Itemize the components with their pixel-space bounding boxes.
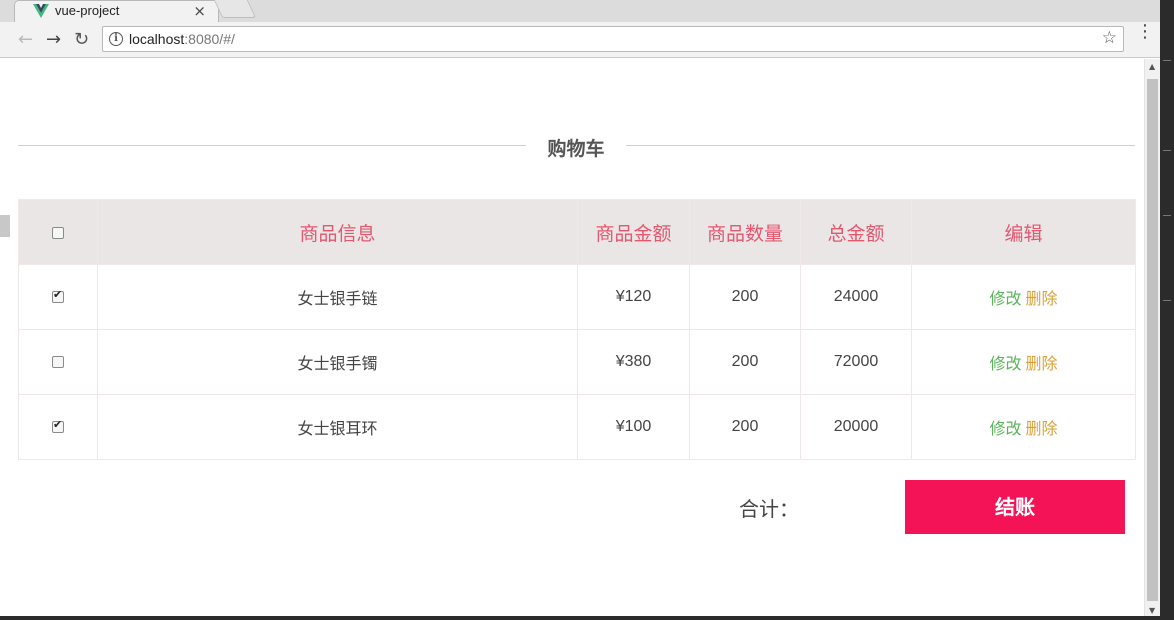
table-header-row: 商品信息 商品金额 商品数量 总金额 编辑 xyxy=(18,199,1136,265)
browser-window: vue-project × ← → ↻ i localhost:8080/#/ … xyxy=(0,0,1160,618)
row-actions: 修改 删除 xyxy=(911,329,1136,395)
delete-link[interactable]: 删除 xyxy=(1026,419,1058,438)
delete-link[interactable]: 删除 xyxy=(1026,354,1058,373)
table-row: 女士银耳环 ¥100 200 20000 修改删除 xyxy=(18,394,1136,460)
window-edge xyxy=(0,215,10,237)
table-row: 女士银手镯 ¥380 200 72000 修改 删除 xyxy=(18,329,1136,395)
row-select-cell xyxy=(18,264,98,330)
heading-divider-right xyxy=(626,145,1135,146)
scroll-up-icon[interactable]: ▲ xyxy=(1149,62,1155,71)
column-header: 编辑 xyxy=(911,199,1136,265)
edit-link[interactable]: 修改 xyxy=(989,354,1021,373)
table-row: 女士银手链 ¥120 200 24000 修改删除 xyxy=(18,264,1136,330)
tab-strip: vue-project × xyxy=(0,0,1160,22)
product-name: 女士银手链 xyxy=(97,264,578,330)
row-actions: 修改 删除 xyxy=(911,264,1136,330)
url-path: :8080/#/ xyxy=(184,31,235,47)
product-name: 女士银手镯 xyxy=(97,329,578,395)
heading-divider-left xyxy=(18,145,526,146)
bookmark-star-icon[interactable]: ☆ xyxy=(1102,28,1117,48)
product-quantity: 200 xyxy=(689,264,801,330)
tab-title: vue-project xyxy=(55,3,120,18)
row-select-cell xyxy=(18,329,98,395)
vertical-scrollbar[interactable]: ▲ ▼ xyxy=(1144,59,1160,618)
background-bottom-strip xyxy=(0,616,1174,620)
delete-link[interactable]: 删除 xyxy=(1026,289,1058,308)
url-text[interactable]: localhost:8080/#/ xyxy=(129,31,235,47)
browser-toolbar: ← → ↻ i localhost:8080/#/ ☆ ⋮ xyxy=(0,22,1160,58)
page-content: 购物车 商品信息 商品金额 商品数量 总金额 编辑 女士银 xyxy=(10,59,1144,616)
scrollbar-thumb[interactable] xyxy=(1147,79,1158,601)
column-header: 商品信息 xyxy=(97,199,578,265)
browser-menu-icon[interactable]: ⋮ xyxy=(1136,23,1154,41)
select-all-checkbox[interactable] xyxy=(52,226,64,239)
address-bar[interactable]: i localhost:8080/#/ ☆ xyxy=(102,26,1124,52)
column-header: 商品数量 xyxy=(689,199,801,265)
total-label: 合计： xyxy=(739,497,799,521)
product-name: 女士银耳环 xyxy=(97,394,578,460)
row-select-cell xyxy=(18,394,98,460)
product-total: 20000 xyxy=(800,394,912,460)
tab-close-icon[interactable]: × xyxy=(193,2,206,20)
page-title: 购物车 xyxy=(547,138,605,160)
url-host: localhost xyxy=(129,31,185,47)
cart-table: 商品信息 商品金额 商品数量 总金额 编辑 女士银手链 ¥120 200 240… xyxy=(18,199,1136,460)
page-heading: 购物车 xyxy=(18,134,1135,160)
info-icon[interactable]: i xyxy=(109,32,123,46)
new-tab-button[interactable] xyxy=(213,0,257,18)
column-header: 总金额 xyxy=(800,199,912,265)
product-total: 72000 xyxy=(800,329,912,395)
edit-link[interactable]: 修改 xyxy=(989,289,1021,308)
back-arrow-icon[interactable]: ← xyxy=(18,29,33,50)
background-editor-strip xyxy=(1160,0,1174,620)
column-header: 商品金额 xyxy=(577,199,690,265)
product-quantity: 200 xyxy=(689,394,801,460)
row-checkbox[interactable] xyxy=(52,288,64,303)
row-checkbox[interactable] xyxy=(52,355,64,368)
product-price: ¥380 xyxy=(577,329,690,395)
reload-icon[interactable]: ↻ xyxy=(74,29,89,50)
forward-arrow-icon[interactable]: → xyxy=(46,29,61,50)
product-price: ¥120 xyxy=(577,264,690,330)
product-quantity: 200 xyxy=(689,329,801,395)
product-price: ¥100 xyxy=(577,394,690,460)
edit-link[interactable]: 修改 xyxy=(989,419,1021,438)
row-actions: 修改 删除 xyxy=(911,394,1136,460)
header-select-all xyxy=(18,199,98,265)
row-checkbox[interactable] xyxy=(52,418,64,433)
product-total: 24000 xyxy=(800,264,912,330)
checkout-button[interactable]: 结账 xyxy=(905,480,1125,534)
scroll-down-icon[interactable]: ▼ xyxy=(1149,606,1155,615)
browser-tab[interactable]: vue-project × xyxy=(14,0,219,22)
vue-logo-icon xyxy=(33,4,49,18)
